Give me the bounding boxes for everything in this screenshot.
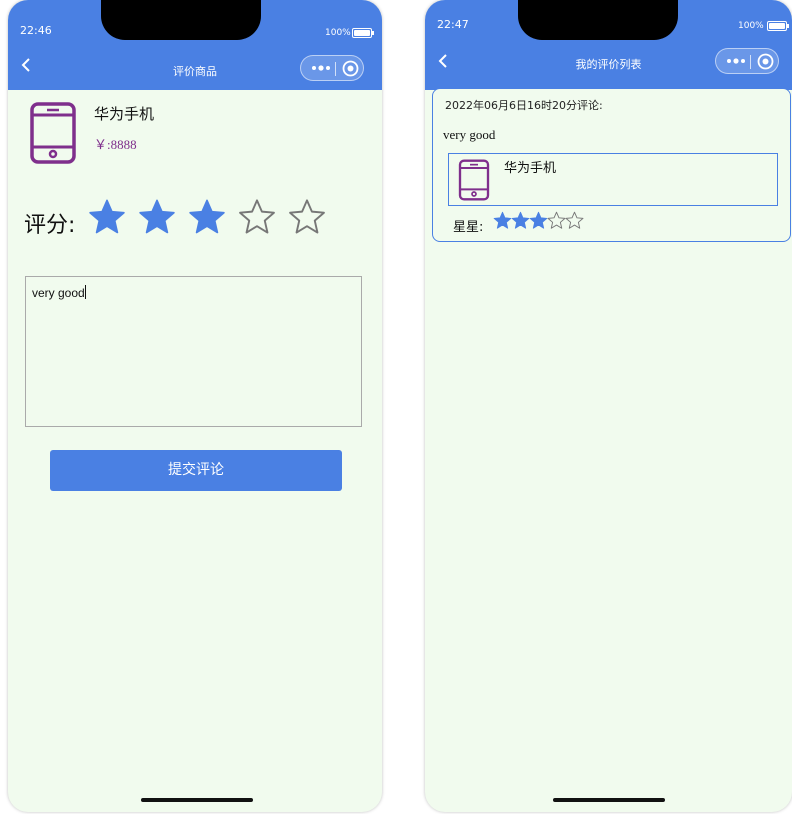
more-dots-icon[interactable] bbox=[310, 62, 332, 74]
close-target-icon[interactable] bbox=[757, 53, 774, 70]
mini-program-capsule bbox=[300, 55, 364, 81]
comment-text: very good bbox=[32, 286, 85, 300]
notch bbox=[518, 0, 678, 40]
product-name: 华为手机 bbox=[504, 161, 557, 176]
submit-comment-button[interactable]: 提交评论 bbox=[50, 450, 342, 491]
star-outline-icon bbox=[565, 211, 584, 229]
nav-header: 22:46 100% 评价商品 bbox=[8, 0, 382, 90]
star-filled-icon[interactable] bbox=[88, 198, 126, 236]
mini-program-capsule bbox=[715, 48, 779, 74]
star-filled-icon bbox=[511, 211, 530, 229]
phone-device-icon bbox=[30, 102, 76, 164]
close-target-icon[interactable] bbox=[342, 60, 359, 77]
star-outline-icon[interactable] bbox=[288, 198, 326, 236]
capsule-divider bbox=[335, 62, 336, 76]
review-card[interactable]: 2022年06月6日16时20分评论: very good 华为手机 星星: bbox=[432, 88, 791, 242]
battery-percent: 100% bbox=[325, 28, 351, 38]
battery-icon bbox=[352, 28, 374, 38]
text-caret bbox=[84, 285, 86, 299]
star-filled-icon bbox=[493, 211, 512, 229]
battery-icon bbox=[767, 21, 789, 31]
product-name: 华为手机 bbox=[94, 105, 155, 123]
review-date: 2022年06月6日16时20分评论: bbox=[445, 99, 603, 112]
star-outline-icon bbox=[547, 211, 566, 229]
capsule-divider bbox=[750, 55, 751, 69]
star-filled-icon[interactable] bbox=[138, 198, 176, 236]
notch bbox=[101, 0, 261, 40]
phone-device-icon bbox=[458, 159, 490, 201]
star-filled-icon[interactable] bbox=[188, 198, 226, 236]
review-text: very good bbox=[443, 127, 496, 142]
product-price: ￥:8888 bbox=[94, 137, 137, 152]
home-indicator bbox=[553, 798, 665, 802]
star-outline-icon[interactable] bbox=[238, 198, 276, 236]
nav-header: 22:47 100% 我的评价列表 bbox=[425, 0, 792, 90]
review-product-card[interactable]: 华为手机 bbox=[448, 153, 778, 206]
status-time: 22:46 bbox=[20, 24, 52, 37]
more-dots-icon[interactable] bbox=[725, 55, 747, 67]
home-indicator bbox=[141, 798, 253, 802]
status-time: 22:47 bbox=[437, 18, 469, 31]
star-filled-icon bbox=[529, 211, 548, 229]
rating-label: 评分: bbox=[24, 213, 76, 238]
stars-label: 星星: bbox=[453, 220, 484, 235]
right-phone-screen: 22:47 100% 我的评价列表 2022年06月6日16时20分评论: ve… bbox=[425, 0, 792, 812]
battery-percent: 100% bbox=[738, 21, 764, 31]
left-phone-screen: 22:46 100% 评价商品 华为手机 ￥:8888 评分: very goo… bbox=[8, 0, 382, 812]
comment-textarea[interactable]: very good bbox=[25, 276, 362, 427]
